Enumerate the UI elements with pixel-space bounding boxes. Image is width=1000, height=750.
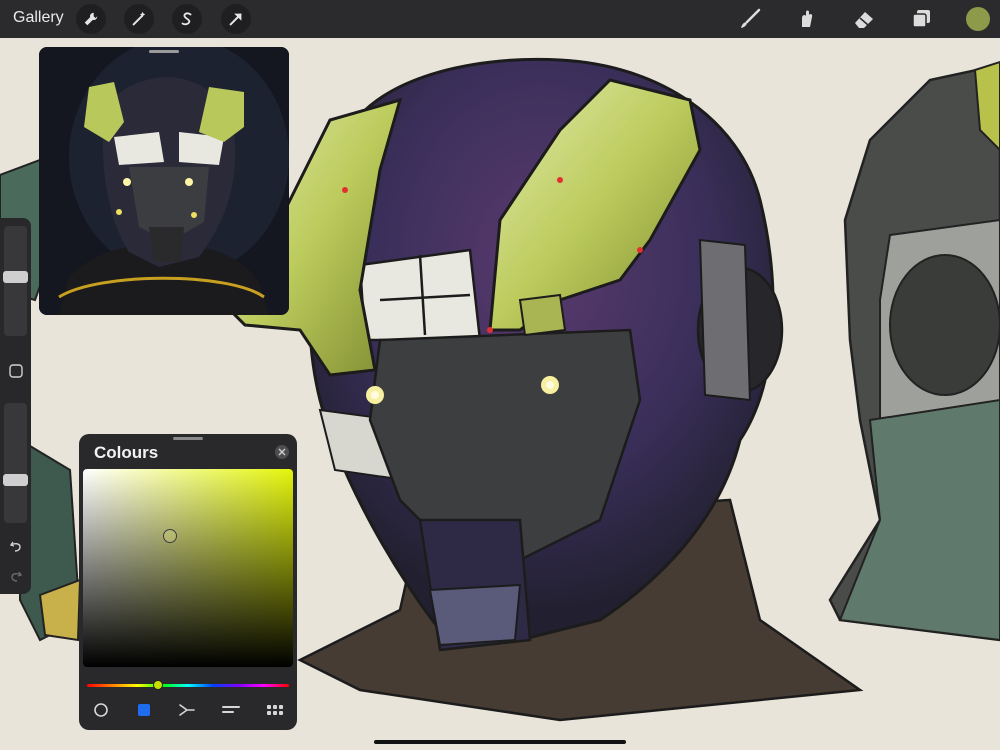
disc-mode-icon[interactable] (89, 700, 113, 720)
left-sidebar (0, 218, 31, 594)
reference-drag-handle[interactable] (149, 50, 179, 53)
undo-icon[interactable] (6, 536, 25, 555)
harmony-mode-icon[interactable] (175, 700, 199, 720)
reference-panel[interactable] (39, 47, 289, 315)
modify-button[interactable] (6, 361, 25, 380)
palettes-mode-icon[interactable] (263, 700, 287, 720)
colours-panel[interactable]: Colours (79, 434, 297, 730)
eraser-icon[interactable] (850, 6, 878, 32)
hue-slider[interactable] (87, 684, 289, 687)
layers-icon[interactable] (907, 6, 935, 32)
smudge-icon[interactable] (793, 6, 821, 32)
selection-icon[interactable] (172, 4, 202, 34)
colours-drag-handle[interactable] (173, 437, 203, 440)
wrench-icon[interactable] (76, 4, 106, 34)
reference-image (39, 47, 289, 315)
magic-wand-icon[interactable] (124, 4, 154, 34)
home-indicator[interactable] (374, 740, 626, 744)
opacity-thumb[interactable] (3, 474, 28, 486)
transform-arrow-icon[interactable] (221, 4, 251, 34)
redo-icon[interactable] (6, 566, 25, 585)
brush-size-thumb[interactable] (3, 271, 28, 283)
gallery-button[interactable]: Gallery (13, 9, 64, 27)
close-icon[interactable] (275, 445, 289, 459)
value-mode-icon[interactable] (219, 700, 243, 720)
current-colour-swatch[interactable] (966, 7, 990, 31)
opacity-slider[interactable] (4, 403, 27, 523)
classic-mode-icon[interactable] (132, 700, 156, 720)
saturation-brightness-square[interactable] (83, 469, 293, 667)
top-toolbar: Gallery (0, 0, 1000, 38)
brush-icon[interactable] (736, 6, 764, 32)
hue-slider-thumb[interactable] (153, 680, 163, 690)
colours-title: Colours (94, 443, 159, 462)
colour-picker-handle[interactable] (163, 529, 177, 543)
